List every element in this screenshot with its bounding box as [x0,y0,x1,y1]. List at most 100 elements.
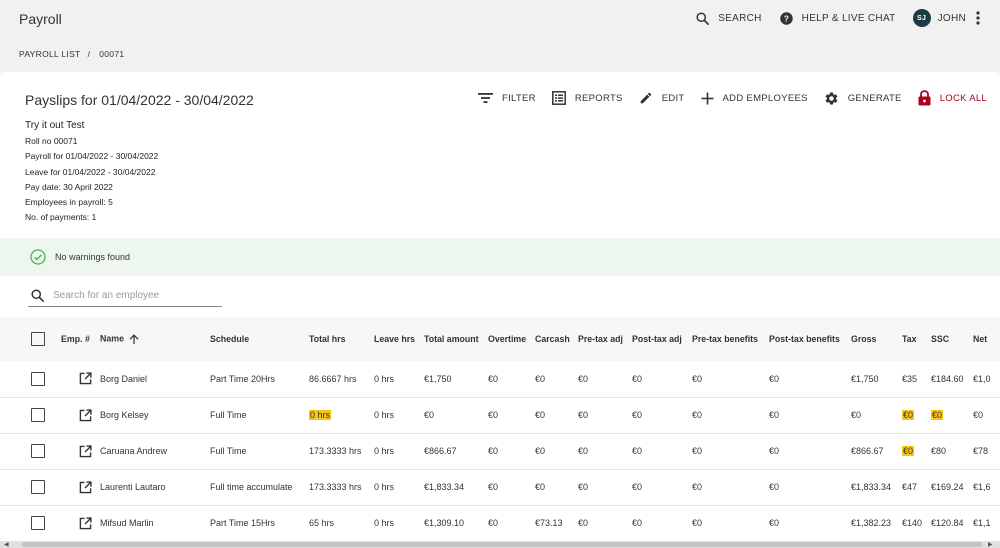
cell-pretax-adj: €0 [578,410,589,420]
cell-name: Mifsud Marlin [100,518,154,528]
col-tax[interactable]: Tax [899,317,928,361]
breadcrumb-current: 00071 [99,49,125,59]
more-vert-icon[interactable] [976,11,980,25]
col-total-hrs[interactable]: Total hrs [306,317,371,361]
select-all-checkbox[interactable] [31,332,45,346]
table-row[interactable]: Laurenti Lautaro Full time accumulate 17… [0,469,1000,505]
row-checkbox[interactable] [31,444,45,458]
col-emp[interactable]: Emp. # [58,317,97,361]
cell-schedule: Full Time [210,446,247,456]
cell-overtime: €0 [488,410,499,420]
cell-gross: €1,750 [851,373,879,384]
cell-carcash: €0 [535,410,546,420]
lock-all-button[interactable]: LOCK ALL [918,90,987,106]
cell-total-amount: €866.67 [424,446,457,456]
user-name: JOHN [937,12,966,24]
cell-gross: €1,833.34 [851,482,892,492]
help-chat-button[interactable]: ? HELP & LIVE CHAT [779,11,896,26]
open-in-new-icon[interactable] [79,480,92,494]
cell-pretax-adj: €0 [578,518,589,528]
cell-gross: €1,382.23 [851,518,892,528]
col-name-label: Name [100,333,124,344]
cell-leave-hrs: 0 hrs [374,518,395,528]
edit-button[interactable]: EDIT [639,91,685,105]
open-in-new-icon[interactable] [79,408,92,422]
breadcrumb-payroll-list[interactable]: PAYROLL LIST [19,49,81,59]
open-in-new-icon[interactable] [79,372,92,385]
search-label: SEARCH [718,12,762,24]
payroll-period: Payroll for 01/04/2022 - 30/04/2022 [25,151,159,162]
col-pretax-benefits[interactable]: Pre-tax benefits [689,317,766,361]
warnings-text: No warnings found [55,252,131,262]
user-menu[interactable]: SJ JOHN [912,9,988,27]
cell-schedule: Part Time 15Hrs [210,518,276,528]
col-schedule[interactable]: Schedule [207,317,306,361]
open-in-new-icon[interactable] [79,516,92,530]
edit-label: EDIT [661,92,685,104]
col-ssc[interactable]: SSC [928,317,970,361]
table-row[interactable]: Borg Daniel Part Time 20Hrs 86.6667 hrs … [0,361,1000,397]
row-checkbox[interactable] [31,371,45,386]
top-bar: Payroll SEARCH ? HELP & LIVE CHAT SJ JOH… [0,0,1000,40]
cell-leave-hrs: 0 hrs [374,446,395,456]
cell-ssc: €169.24 [931,482,964,492]
cell-overtime: €0 [488,518,499,528]
employee-search [28,284,222,307]
col-net[interactable]: Net [970,317,1000,361]
reports-button[interactable]: REPORTS [551,91,623,105]
search-button[interactable]: SEARCH [695,11,761,26]
table-row[interactable]: Borg Kelsey Full Time 0 hrs 0 hrs €0 €0 … [0,397,1000,433]
pay-date: Pay date: 30 April 2022 [25,181,113,192]
cell-net: €1,0 [973,373,991,384]
cell-tax: €0 [899,397,928,433]
cell-total-amount: €1,833.34 [424,482,465,492]
table-row[interactable]: Mifsud Marlin Part Time 15Hrs 65 hrs 0 h… [0,505,1000,541]
filter-button[interactable]: FILTER [478,92,536,104]
cell-carcash: €73.13 [535,518,563,528]
search-icon [31,288,44,302]
col-pretax-adj[interactable]: Pre-tax adj [575,317,629,361]
breadcrumb-separator: / [87,49,91,59]
cell-posttax-adj: €0 [632,518,643,528]
generate-label: GENERATE [847,92,902,104]
col-total-amount[interactable]: Total amount [421,317,485,361]
table-row[interactable]: Caruana Andrew Full Time 173.3333 hrs 0 … [0,433,1000,469]
generate-button[interactable]: GENERATE [824,91,902,106]
cell-ssc: €120.84 [931,518,964,528]
cell-tax: €35 [902,373,918,384]
row-checkbox[interactable] [31,408,45,422]
cell-pretax-adj: €0 [578,446,589,456]
col-name[interactable]: Name [97,317,207,361]
col-carcash[interactable]: Carcash [532,317,575,361]
payroll-info: Try it out Test Roll no 00071 Payroll fo… [25,118,158,225]
cell-name: Borg Daniel [100,373,148,384]
cell-posttax-benefits: €0 [769,518,780,528]
arrow-up-icon [129,334,139,344]
cell-carcash: €0 [535,373,546,384]
col-leave-hrs[interactable]: Leave hrs [371,317,421,361]
help-icon: ? [779,11,793,25]
row-checkbox[interactable] [31,516,45,530]
col-posttax-adj[interactable]: Post-tax adj [629,317,689,361]
cell-total-amount: €1,309.10 [424,518,465,528]
cell-gross: €866.67 [851,446,884,456]
cell-total-hrs: 86.6667 hrs [309,373,357,384]
cell-tax: €140 [902,518,923,528]
scroll-left-icon[interactable]: ◀ [4,541,9,548]
cell-pretax-benefits: €0 [692,410,703,420]
add-employees-button[interactable]: ADD EMPLOYEES [701,92,808,105]
col-overtime[interactable]: Overtime [485,317,532,361]
lock-all-label: LOCK ALL [939,92,987,104]
scrollbar-thumb[interactable] [22,542,982,547]
search-input[interactable] [53,289,213,301]
cell-schedule: Full Time [210,410,247,420]
cell-pretax-benefits: €0 [692,373,703,384]
cell-carcash: €0 [535,482,546,492]
cell-posttax-benefits: €0 [769,446,780,456]
cell-tax: €0 [899,433,928,469]
col-gross[interactable]: Gross [848,317,899,361]
scroll-right-icon[interactable]: ▶ [988,541,993,548]
col-posttax-benefits[interactable]: Post-tax benefits [766,317,848,361]
row-checkbox[interactable] [31,480,45,494]
open-in-new-icon[interactable] [79,444,92,458]
